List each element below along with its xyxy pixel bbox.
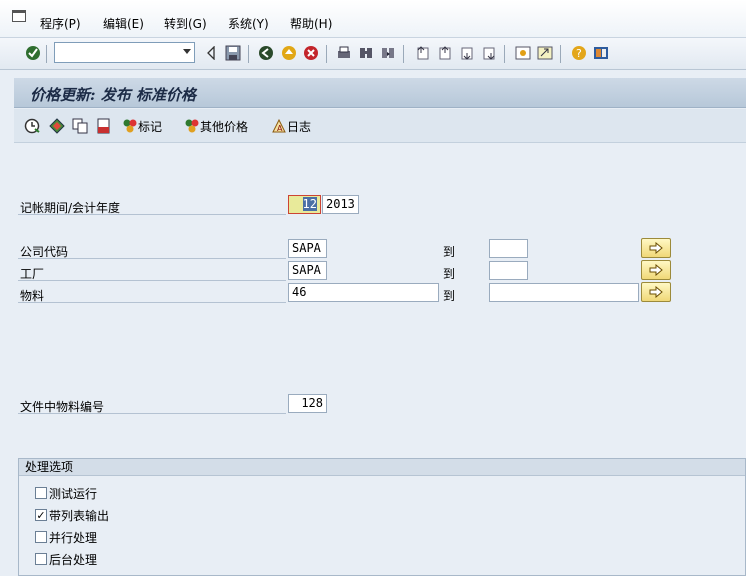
menu-edit[interactable]: 编辑(E) — [103, 15, 144, 32]
log-label: 日志 — [287, 119, 312, 134]
enter-icon[interactable] — [24, 44, 42, 62]
company-code-to-field[interactable] — [489, 239, 528, 258]
material-multiple-selection-button[interactable] — [641, 282, 671, 302]
last-page-icon[interactable] — [480, 44, 498, 62]
menu-program[interactable]: 程序(P) — [40, 15, 81, 32]
material-from-field[interactable]: 46 — [288, 283, 439, 302]
toolbar-separator — [248, 45, 249, 63]
toolbar-separator — [560, 45, 561, 63]
log-icon: A — [272, 118, 286, 133]
page-title: 价格更新: 发布 标准价格 — [30, 86, 196, 104]
toolbar-separator — [403, 45, 404, 63]
material-underline — [18, 302, 286, 303]
period-field[interactable]: 12 — [288, 195, 321, 214]
toolbar-separator — [504, 45, 505, 63]
copy-button[interactable] — [72, 118, 88, 134]
application-toolbar: 标记 其他价格 A 日志 — [14, 109, 746, 143]
list-output-option[interactable]: ✓ 带列表输出 — [35, 507, 109, 523]
year-field[interactable]: 2013 — [322, 195, 359, 214]
arrow-right-icon — [649, 286, 663, 298]
material-count-underline — [18, 413, 286, 414]
arrow-right-icon — [649, 242, 663, 254]
cancel-icon[interactable] — [302, 44, 320, 62]
screen-title-bar: 价格更新: 发布 标准价格 — [14, 78, 746, 108]
shortcut-icon[interactable] — [536, 44, 554, 62]
save-variant-button[interactable] — [96, 118, 112, 134]
other-prices-button[interactable]: 其他价格 — [184, 118, 248, 134]
plant-multiple-selection-button[interactable] — [641, 260, 671, 280]
plant-to-field[interactable] — [489, 261, 528, 280]
save-icon[interactable] — [224, 44, 242, 62]
list-output-checkbox[interactable]: ✓ — [35, 509, 47, 521]
help-icon[interactable]: ? — [570, 44, 588, 62]
material-count-field: 128 — [288, 394, 327, 413]
back-icon[interactable] — [257, 44, 275, 62]
document-red-icon — [97, 118, 110, 134]
parallel-processing-checkbox[interactable] — [35, 531, 47, 543]
chevron-down-icon[interactable] — [183, 49, 191, 54]
company-code-from-field[interactable]: SAPA — [288, 239, 327, 258]
plant-underline — [18, 280, 286, 281]
test-run-option[interactable]: 测试运行 — [35, 485, 97, 501]
other-prices-label: 其他价格 — [200, 119, 249, 134]
menu-bar: 程序(P) 编辑(E) 转到(G) 系统(Y) 帮助(H) — [0, 0, 746, 38]
variant-button[interactable] — [49, 118, 65, 134]
system-menu-icon[interactable] — [12, 10, 26, 22]
test-run-label: 测试运行 — [49, 486, 98, 501]
standard-toolbar: ? — [0, 38, 746, 70]
find-icon[interactable] — [357, 44, 375, 62]
background-processing-checkbox[interactable] — [35, 553, 47, 565]
command-field[interactable] — [54, 42, 195, 63]
mark-label: 标记 — [138, 119, 163, 134]
arrow-right-icon — [649, 264, 663, 276]
company-code-to-label: 到 — [443, 245, 456, 259]
other-prices-icon — [185, 119, 199, 133]
list-output-label: 带列表输出 — [49, 508, 110, 523]
layout-menu-icon[interactable] — [592, 44, 610, 62]
first-page-icon[interactable] — [414, 44, 432, 62]
previous-page-icon[interactable] — [436, 44, 454, 62]
material-to-label: 到 — [443, 289, 456, 303]
test-run-checkbox[interactable] — [35, 487, 47, 499]
processing-options-heading: 处理选项 — [19, 459, 745, 476]
print-icon[interactable] — [335, 44, 353, 62]
new-session-icon[interactable] — [514, 44, 532, 62]
parallel-processing-label: 并行处理 — [49, 530, 98, 545]
material-to-field[interactable] — [489, 283, 639, 302]
execute-button[interactable] — [24, 118, 40, 134]
toolbar-separator — [326, 45, 327, 63]
menu-goto[interactable]: 转到(G) — [164, 15, 207, 32]
svg-text:A: A — [277, 124, 283, 133]
collapse-arrow-icon[interactable] — [202, 44, 220, 62]
copy-icon — [72, 118, 88, 134]
company-code-multiple-selection-button[interactable] — [641, 238, 671, 258]
plant-to-label: 到 — [443, 267, 456, 281]
exit-icon[interactable] — [280, 44, 298, 62]
diamond-icon — [49, 118, 65, 134]
find-next-icon[interactable] — [379, 44, 397, 62]
processing-options-group: 处理选项 测试运行 ✓ 带列表输出 并行处理 后台处理 — [18, 458, 746, 576]
log-button[interactable]: A 日志 — [271, 118, 311, 134]
menu-system[interactable]: 系统(Y) — [228, 15, 269, 32]
period-value: 12 — [302, 197, 317, 211]
toolbar-separator — [46, 45, 47, 63]
plant-from-field[interactable]: SAPA — [288, 261, 327, 280]
svg-text:?: ? — [576, 47, 582, 60]
next-page-icon[interactable] — [458, 44, 476, 62]
clock-execute-icon — [24, 118, 40, 134]
background-processing-label: 后台处理 — [49, 552, 98, 567]
mark-dots-icon — [123, 119, 137, 133]
company-code-underline — [18, 258, 286, 259]
background-processing-option[interactable]: 后台处理 — [35, 551, 97, 567]
mark-button[interactable]: 标记 — [122, 118, 162, 134]
period-underline — [18, 214, 286, 215]
parallel-processing-option[interactable]: 并行处理 — [35, 529, 97, 545]
menu-help[interactable]: 帮助(H) — [290, 15, 332, 32]
